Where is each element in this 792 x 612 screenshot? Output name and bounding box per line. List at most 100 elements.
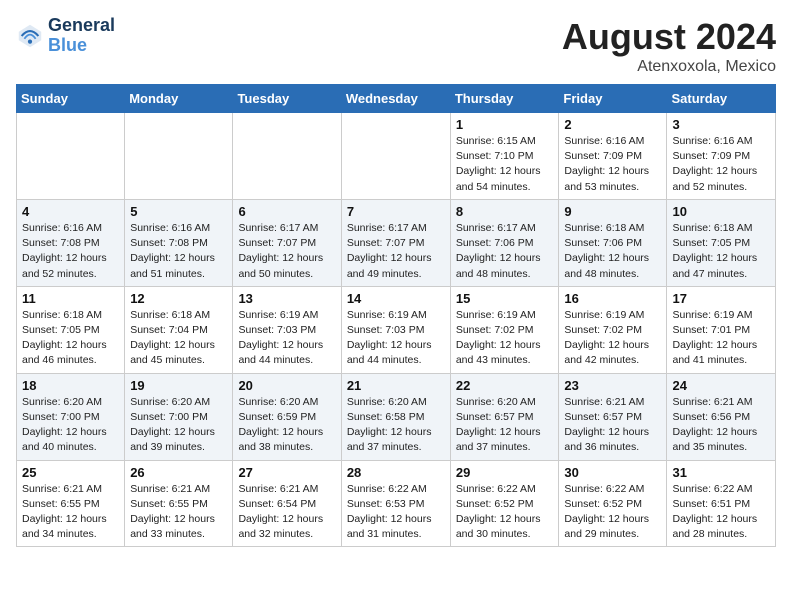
day-number: 8 bbox=[456, 204, 554, 219]
day-info: Sunrise: 6:17 AM Sunset: 7:07 PM Dayligh… bbox=[347, 221, 445, 282]
calendar-week-row: 25 Sunrise: 6:21 AM Sunset: 6:55 PM Dayli… bbox=[17, 460, 776, 547]
calendar-cell: 31Sunrise: 6:22 AM Sunset: 6:51 PM Dayli… bbox=[667, 460, 776, 547]
day-info: Sunrise: 6:16 AM Sunset: 7:09 PM Dayligh… bbox=[672, 134, 770, 195]
day-info: Sunrise: 6:17 AM Sunset: 7:06 PM Dayligh… bbox=[456, 221, 554, 282]
weekday-header-row: SundayMondayTuesdayWednesdayThursdayFrid… bbox=[17, 85, 776, 113]
day-info: Sunrise: 6:18 AM Sunset: 7:05 PM Dayligh… bbox=[22, 308, 119, 369]
day-info: Sunrise: 6:22 AM Sunset: 6:52 PM Dayligh… bbox=[456, 482, 554, 543]
day-info: Sunrise: 6:15 AM Sunset: 7:10 PM Dayligh… bbox=[456, 134, 554, 195]
calendar-cell: 4 Sunrise: 6:16 AM Sunset: 7:08 PM Daylig… bbox=[17, 199, 125, 286]
calendar-cell bbox=[341, 113, 450, 200]
day-info: Sunrise: 6:20 AM Sunset: 6:59 PM Dayligh… bbox=[238, 395, 335, 456]
day-number: 14 bbox=[347, 291, 445, 306]
calendar-cell: 19 Sunrise: 6:20 AM Sunset: 7:00 PM Dayli… bbox=[125, 373, 233, 460]
day-info: Sunrise: 6:21 AM Sunset: 6:55 PM Dayligh… bbox=[22, 482, 119, 543]
calendar-cell bbox=[233, 113, 341, 200]
calendar-cell: 11 Sunrise: 6:18 AM Sunset: 7:05 PM Dayli… bbox=[17, 286, 125, 373]
calendar-cell: 6 Sunrise: 6:17 AM Sunset: 7:07 PM Daylig… bbox=[233, 199, 341, 286]
calendar-cell: 3Sunrise: 6:16 AM Sunset: 7:09 PM Daylig… bbox=[667, 113, 776, 200]
calendar-cell: 21 Sunrise: 6:20 AM Sunset: 6:58 PM Dayli… bbox=[341, 373, 450, 460]
day-info: Sunrise: 6:16 AM Sunset: 7:08 PM Dayligh… bbox=[22, 221, 119, 282]
logo: General Blue bbox=[16, 16, 115, 56]
weekday-header: Monday bbox=[125, 85, 233, 113]
day-info: Sunrise: 6:21 AM Sunset: 6:55 PM Dayligh… bbox=[130, 482, 227, 543]
day-number: 5 bbox=[130, 204, 227, 219]
day-number: 28 bbox=[347, 465, 445, 480]
calendar-week-row: 1 Sunrise: 6:15 AM Sunset: 7:10 PM Daylig… bbox=[17, 113, 776, 200]
day-info: Sunrise: 6:20 AM Sunset: 6:58 PM Dayligh… bbox=[347, 395, 445, 456]
calendar-week-row: 18 Sunrise: 6:20 AM Sunset: 7:00 PM Dayli… bbox=[17, 373, 776, 460]
calendar-cell: 2 Sunrise: 6:16 AM Sunset: 7:09 PM Daylig… bbox=[559, 113, 667, 200]
day-number: 16 bbox=[564, 291, 661, 306]
calendar-cell: 18 Sunrise: 6:20 AM Sunset: 7:00 PM Dayli… bbox=[17, 373, 125, 460]
day-info: Sunrise: 6:22 AM Sunset: 6:51 PM Dayligh… bbox=[672, 482, 770, 543]
day-number: 23 bbox=[564, 378, 661, 393]
day-info: Sunrise: 6:20 AM Sunset: 6:57 PM Dayligh… bbox=[456, 395, 554, 456]
calendar-cell: 29 Sunrise: 6:22 AM Sunset: 6:52 PM Dayli… bbox=[450, 460, 559, 547]
calendar-cell: 28Sunrise: 6:22 AM Sunset: 6:53 PM Dayli… bbox=[341, 460, 450, 547]
day-number: 29 bbox=[456, 465, 554, 480]
day-info: Sunrise: 6:17 AM Sunset: 7:07 PM Dayligh… bbox=[238, 221, 335, 282]
calendar-cell: 23Sunrise: 6:21 AM Sunset: 6:57 PM Dayli… bbox=[559, 373, 667, 460]
calendar-cell bbox=[125, 113, 233, 200]
day-number: 27 bbox=[238, 465, 335, 480]
calendar-cell: 27 Sunrise: 6:21 AM Sunset: 6:54 PM Dayli… bbox=[233, 460, 341, 547]
day-number: 26 bbox=[130, 465, 227, 480]
calendar-cell: 30 Sunrise: 6:22 AM Sunset: 6:52 PM Dayli… bbox=[559, 460, 667, 547]
day-number: 20 bbox=[238, 378, 335, 393]
day-info: Sunrise: 6:19 AM Sunset: 7:02 PM Dayligh… bbox=[564, 308, 661, 369]
day-info: Sunrise: 6:19 AM Sunset: 7:03 PM Dayligh… bbox=[238, 308, 335, 369]
day-info: Sunrise: 6:19 AM Sunset: 7:01 PM Dayligh… bbox=[672, 308, 770, 369]
weekday-header: Tuesday bbox=[233, 85, 341, 113]
calendar-cell: 8 Sunrise: 6:17 AM Sunset: 7:06 PM Daylig… bbox=[450, 199, 559, 286]
weekday-header: Sunday bbox=[17, 85, 125, 113]
day-number: 1 bbox=[456, 117, 554, 132]
day-info: Sunrise: 6:20 AM Sunset: 7:00 PM Dayligh… bbox=[22, 395, 119, 456]
weekday-header: Saturday bbox=[667, 85, 776, 113]
title-block: August 2024 Atenxoxola, Mexico bbox=[562, 16, 776, 76]
day-number: 10 bbox=[672, 204, 770, 219]
calendar-week-row: 11 Sunrise: 6:18 AM Sunset: 7:05 PM Dayli… bbox=[17, 286, 776, 373]
day-info: Sunrise: 6:16 AM Sunset: 7:09 PM Dayligh… bbox=[564, 134, 661, 195]
day-info: Sunrise: 6:22 AM Sunset: 6:52 PM Dayligh… bbox=[564, 482, 661, 543]
calendar-week-row: 4 Sunrise: 6:16 AM Sunset: 7:08 PM Daylig… bbox=[17, 199, 776, 286]
day-number: 30 bbox=[564, 465, 661, 480]
day-number: 11 bbox=[22, 291, 119, 306]
calendar-cell: 22 Sunrise: 6:20 AM Sunset: 6:57 PM Dayli… bbox=[450, 373, 559, 460]
day-number: 4 bbox=[22, 204, 119, 219]
day-number: 18 bbox=[22, 378, 119, 393]
day-number: 6 bbox=[238, 204, 335, 219]
calendar-cell: 9Sunrise: 6:18 AM Sunset: 7:06 PM Daylig… bbox=[559, 199, 667, 286]
calendar-cell: 10 Sunrise: 6:18 AM Sunset: 7:05 PM Dayli… bbox=[667, 199, 776, 286]
weekday-header: Friday bbox=[559, 85, 667, 113]
weekday-header: Wednesday bbox=[341, 85, 450, 113]
day-number: 22 bbox=[456, 378, 554, 393]
day-info: Sunrise: 6:21 AM Sunset: 6:56 PM Dayligh… bbox=[672, 395, 770, 456]
calendar-cell: 14Sunrise: 6:19 AM Sunset: 7:03 PM Dayli… bbox=[341, 286, 450, 373]
calendar-cell: 24Sunrise: 6:21 AM Sunset: 6:56 PM Dayli… bbox=[667, 373, 776, 460]
day-number: 9 bbox=[564, 204, 661, 219]
weekday-header: Thursday bbox=[450, 85, 559, 113]
day-number: 21 bbox=[347, 378, 445, 393]
calendar-cell: 25 Sunrise: 6:21 AM Sunset: 6:55 PM Dayli… bbox=[17, 460, 125, 547]
day-number: 19 bbox=[130, 378, 227, 393]
day-info: Sunrise: 6:20 AM Sunset: 7:00 PM Dayligh… bbox=[130, 395, 227, 456]
day-info: Sunrise: 6:16 AM Sunset: 7:08 PM Dayligh… bbox=[130, 221, 227, 282]
day-number: 15 bbox=[456, 291, 554, 306]
day-number: 25 bbox=[22, 465, 119, 480]
day-number: 13 bbox=[238, 291, 335, 306]
calendar-cell: 1 Sunrise: 6:15 AM Sunset: 7:10 PM Daylig… bbox=[450, 113, 559, 200]
day-info: Sunrise: 6:21 AM Sunset: 6:54 PM Dayligh… bbox=[238, 482, 335, 543]
calendar-cell: 17 Sunrise: 6:19 AM Sunset: 7:01 PM Dayli… bbox=[667, 286, 776, 373]
calendar-cell: 15Sunrise: 6:19 AM Sunset: 7:02 PM Dayli… bbox=[450, 286, 559, 373]
page-header: General Blue August 2024 Atenxoxola, Mex… bbox=[16, 16, 776, 76]
calendar-cell: 16 Sunrise: 6:19 AM Sunset: 7:02 PM Dayli… bbox=[559, 286, 667, 373]
day-number: 2 bbox=[564, 117, 661, 132]
logo-text: General Blue bbox=[48, 16, 115, 56]
calendar-cell: 26 Sunrise: 6:21 AM Sunset: 6:55 PM Dayli… bbox=[125, 460, 233, 547]
month-title: August 2024 bbox=[562, 16, 776, 58]
calendar-cell: 20 Sunrise: 6:20 AM Sunset: 6:59 PM Dayli… bbox=[233, 373, 341, 460]
day-info: Sunrise: 6:18 AM Sunset: 7:05 PM Dayligh… bbox=[672, 221, 770, 282]
day-number: 17 bbox=[672, 291, 770, 306]
location: Atenxoxola, Mexico bbox=[562, 58, 776, 76]
